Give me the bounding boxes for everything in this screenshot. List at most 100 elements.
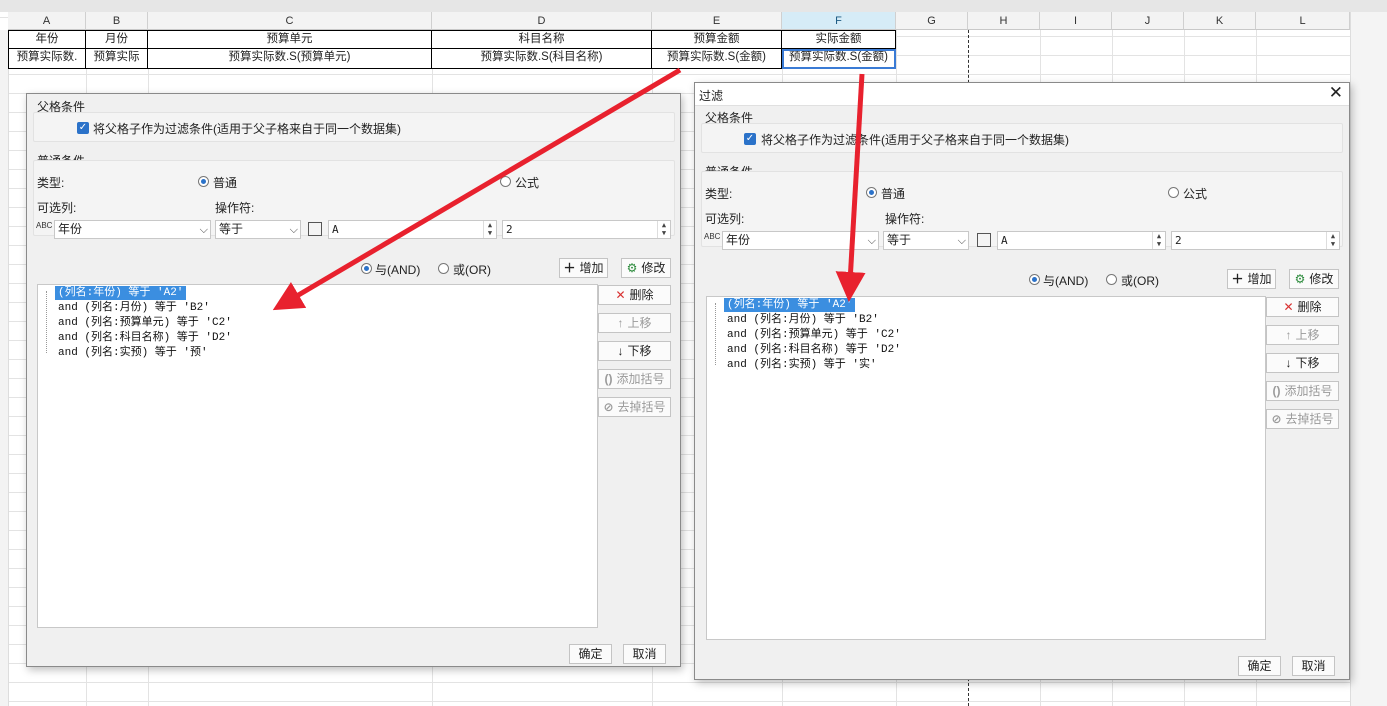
condition-item[interactable]: (列名:年份) 等于 'A2' (55, 286, 187, 300)
field-type-icon: ABC (704, 232, 721, 241)
column-header-g[interactable]: G (896, 12, 968, 30)
arrow-down-icon: ↓ (1285, 356, 1292, 370)
arrow-up-icon: ↑ (617, 316, 624, 330)
parent-filter-checkbox[interactable]: ✓ (744, 133, 756, 145)
delete-button[interactable]: ✕ 删除 (1266, 297, 1339, 317)
column-label: 可选列: (37, 201, 77, 215)
move-down-button[interactable]: ↓ 下移 (1266, 353, 1339, 373)
condition-list[interactable]: (列名:年份) 等于 'A2' and (列名:月份) 等于 'B2' and … (37, 284, 598, 628)
type-label: 类型: (37, 176, 65, 190)
modify-button[interactable]: ⚙ 修改 (621, 258, 671, 278)
chevron-down-icon: ⌵ (867, 235, 876, 247)
and-radio[interactable] (361, 263, 372, 274)
move-up-button[interactable]: ↑ 上移 (1266, 325, 1339, 345)
and-radio[interactable] (1029, 274, 1040, 285)
column-header-a[interactable]: A (8, 12, 86, 30)
operator-label: 操作符: (885, 212, 925, 226)
cell-a2[interactable]: 预算实际数. (8, 49, 86, 69)
condition-item[interactable]: and (列名:月份) 等于 'B2' (727, 313, 879, 327)
condition-item[interactable]: (列名:年份) 等于 'A2' (724, 298, 856, 312)
condition-list[interactable]: (列名:年份) 等于 'A2' and (列名:月份) 等于 'B2' and … (706, 296, 1266, 640)
add-parentheses-button[interactable]: () 添加括号 (598, 369, 671, 389)
or-radio[interactable] (1106, 274, 1117, 285)
add-button[interactable]: ＋增加 (1227, 269, 1276, 289)
condition-item[interactable]: and (列名:科目名称) 等于 'D2' (727, 343, 901, 357)
modify-button[interactable]: ⚙ 修改 (1289, 269, 1339, 289)
column-header-h[interactable]: H (968, 12, 1040, 30)
remove-parentheses-button[interactable]: ⊘ 去掉括号 (598, 397, 671, 417)
move-up-button[interactable]: ↑ 上移 (598, 313, 671, 333)
spinner-icon[interactable]: ▲ ▼ (657, 221, 670, 238)
cell-d1[interactable]: 科目名称 (432, 30, 652, 49)
value-a-input[interactable]: A ▲ ▼ (997, 231, 1166, 250)
column-select[interactable]: 年份 ⌵ (722, 231, 879, 250)
top-toolbar-strip (0, 0, 1387, 12)
value-b-input[interactable]: 2 ▲ ▼ (1171, 231, 1340, 250)
cancel-button[interactable]: 取消 (623, 644, 666, 664)
row-header (0, 30, 9, 706)
cell-b1[interactable]: 月份 (86, 30, 148, 49)
condition-item[interactable]: and (列名:预算单元) 等于 'C2' (727, 328, 901, 342)
spinner-icon[interactable]: ▲ ▼ (1152, 232, 1165, 249)
condition-item[interactable]: and (列名:实预) 等于 '实' (727, 358, 877, 372)
condition-item[interactable]: and (列名:科目名称) 等于 'D2' (58, 331, 232, 345)
or-radio[interactable] (438, 263, 449, 274)
cell-b2[interactable]: 预算实际 (86, 49, 148, 69)
cell-c2[interactable]: 预算实际数.S(预算单元) (148, 49, 432, 69)
column-select[interactable]: 年份 ⌵ (54, 220, 211, 239)
add-parentheses-button[interactable]: () 添加括号 (1266, 381, 1339, 401)
condition-item[interactable]: and (列名:预算单元) 等于 'C2' (58, 316, 232, 330)
column-header-j[interactable]: J (1112, 12, 1184, 30)
ok-button[interactable]: 确定 (569, 644, 612, 664)
operator-select[interactable]: 等于 ⌵ (215, 220, 301, 239)
field-type-icon: ABC (36, 221, 53, 230)
remove-parentheses-button[interactable]: ⊘ 去掉括号 (1266, 409, 1339, 429)
condition-item[interactable]: and (列名:实预) 等于 '预' (58, 346, 208, 360)
column-header-l[interactable]: L (1256, 12, 1350, 30)
column-header-c[interactable]: C (148, 12, 432, 30)
delete-button[interactable]: ✕ 删除 (598, 285, 671, 305)
move-down-button[interactable]: ↓ 下移 (598, 341, 671, 361)
column-header-k[interactable]: K (1184, 12, 1256, 30)
parent-filter-label: 将父格子作为过滤条件(适用于父子格来自于同一个数据集) (761, 133, 1069, 147)
condition-item[interactable]: and (列名:月份) 等于 'B2' (58, 301, 210, 315)
close-icon[interactable]: ✕ (1329, 84, 1343, 102)
cell-reference-icon[interactable] (977, 233, 991, 247)
value-a-input[interactable]: A ▲ ▼ (328, 220, 497, 239)
or-label: 或(OR) (1121, 274, 1159, 288)
modify-icon: ⚙ (626, 261, 638, 275)
dialog-title: 过滤 (699, 89, 724, 103)
column-header-b[interactable]: B (86, 12, 148, 30)
column-header-f[interactable]: F (782, 12, 896, 30)
type-normal-radio[interactable] (866, 187, 877, 198)
type-formula-radio[interactable] (500, 176, 511, 187)
spinner-icon[interactable]: ▲ ▼ (1326, 232, 1339, 249)
column-header-i[interactable]: I (1040, 12, 1112, 30)
spinner-icon[interactable]: ▲ ▼ (483, 221, 496, 238)
cell-d2[interactable]: 预算实际数.S(科目名称) (432, 49, 652, 69)
cell-e2[interactable]: 预算实际数.S(金额) (652, 49, 782, 69)
operator-select[interactable]: 等于 ⌵ (883, 231, 969, 250)
column-header-d[interactable]: D (432, 12, 652, 30)
cell-f1[interactable]: 实际金额 (782, 30, 896, 49)
chevron-down-icon: ⌵ (957, 235, 966, 247)
cell-c1[interactable]: 预算单元 (148, 30, 432, 49)
parent-filter-checkbox[interactable]: ✓ (77, 122, 89, 134)
and-label: 与(AND) (375, 263, 421, 277)
cell-f2[interactable]: 预算实际数.S(金额) (782, 49, 896, 69)
column-header-e[interactable]: E (652, 12, 782, 30)
or-label: 或(OR) (453, 263, 491, 277)
ok-button[interactable]: 确定 (1238, 656, 1281, 676)
add-button[interactable]: ＋增加 (559, 258, 608, 278)
chevron-down-icon: ⌵ (289, 224, 298, 236)
cell-e1[interactable]: 预算金额 (652, 30, 782, 49)
cell-a1[interactable]: 年份 (8, 30, 86, 49)
cancel-button[interactable]: 取消 (1292, 656, 1335, 676)
value-b-input[interactable]: 2 ▲ ▼ (502, 220, 671, 239)
cell-reference-icon[interactable] (308, 222, 322, 236)
chevron-down-icon: ⌵ (199, 224, 208, 236)
delete-icon: ✕ (1283, 300, 1294, 314)
type-formula-radio[interactable] (1168, 187, 1179, 198)
vertical-scrollbar[interactable] (1350, 12, 1387, 706)
type-normal-radio[interactable] (198, 176, 209, 187)
